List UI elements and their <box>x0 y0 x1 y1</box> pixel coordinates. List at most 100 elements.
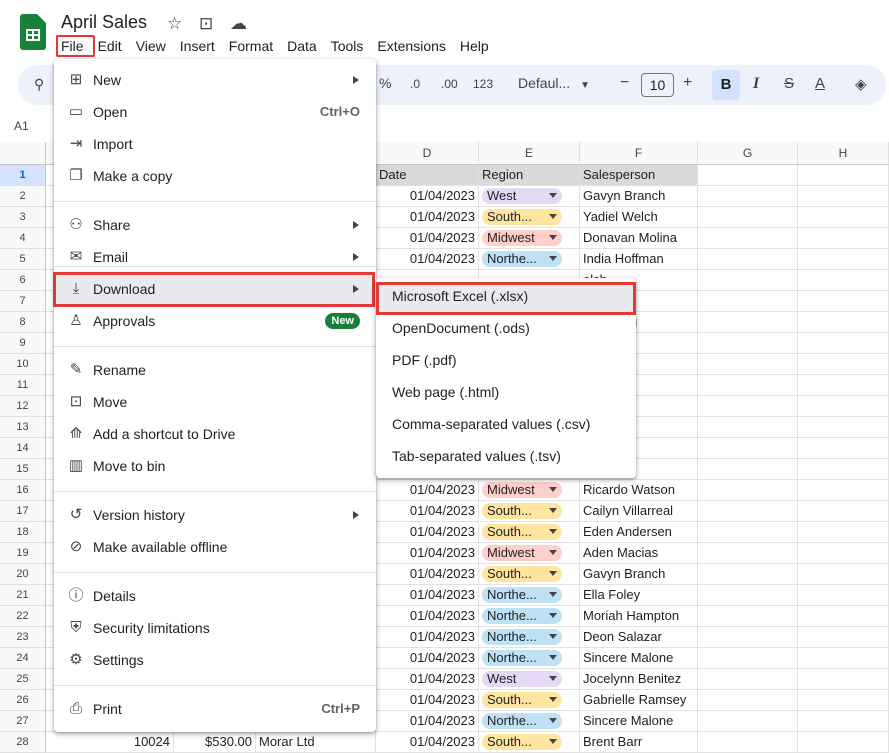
file-menu-item-approvals[interactable]: ♙ Approvals New <box>54 306 376 336</box>
file-menu-item-security-limitations[interactable]: ⛨ Security limitations <box>54 613 376 643</box>
cell-g[interactable] <box>698 249 798 270</box>
cell-h[interactable] <box>798 732 889 753</box>
region-chip[interactable]: South... <box>482 734 562 750</box>
row-header[interactable]: 12 <box>0 396 46 417</box>
file-menu-item-rename[interactable]: ✎ Rename <box>54 355 376 385</box>
cell-e[interactable]: Northe... <box>479 627 580 648</box>
cell-f[interactable]: Sincere Malone <box>580 711 698 732</box>
sheets-logo-icon[interactable] <box>20 14 46 50</box>
row-header[interactable]: 8 <box>0 312 46 333</box>
row-header[interactable]: 22 <box>0 606 46 627</box>
cell-f[interactable]: Brent Barr <box>580 732 698 753</box>
cell-e[interactable]: Region <box>479 165 580 186</box>
cell-e[interactable]: South... <box>479 690 580 711</box>
cell-f[interactable]: Cailyn Villarreal <box>580 501 698 522</box>
cell-g[interactable] <box>698 438 798 459</box>
region-chip[interactable]: South... <box>482 692 562 708</box>
cell-d[interactable]: 01/04/2023 <box>376 564 479 585</box>
cell-f[interactable]: Moriah Hampton <box>580 606 698 627</box>
cell-d[interactable]: 01/04/2023 <box>376 186 479 207</box>
cell-e[interactable]: Midwest <box>479 228 580 249</box>
cell-e[interactable]: Midwest <box>479 543 580 564</box>
column-header-f[interactable]: F <box>580 142 698 165</box>
region-chip[interactable]: South... <box>482 566 562 582</box>
row-header[interactable]: 5 <box>0 249 46 270</box>
row-header[interactable]: 14 <box>0 438 46 459</box>
cell-g[interactable] <box>698 732 798 753</box>
cell-d[interactable]: 01/04/2023 <box>376 207 479 228</box>
region-chip[interactable]: South... <box>482 524 562 540</box>
cell-h[interactable] <box>798 165 889 186</box>
file-menu-item-add-a-shortcut-to-drive[interactable]: ⟰ Add a shortcut to Drive <box>54 419 376 449</box>
row-header[interactable]: 25 <box>0 669 46 690</box>
cell-g[interactable] <box>698 543 798 564</box>
cell-d[interactable]: 01/04/2023 <box>376 249 479 270</box>
cell-g[interactable] <box>698 396 798 417</box>
cell-e[interactable]: Northe... <box>479 585 580 606</box>
cell-g[interactable] <box>698 459 798 480</box>
cell-f[interactable]: Gabrielle Ramsey <box>580 690 698 711</box>
cell-d[interactable]: Date <box>376 165 479 186</box>
cell-f[interactable]: Aden Macias <box>580 543 698 564</box>
cell-h[interactable] <box>798 186 889 207</box>
file-menu-item-import[interactable]: ⇥ Import <box>54 129 376 159</box>
cell-h[interactable] <box>798 711 889 732</box>
cell-b[interactable]: $530.00 <box>174 732 256 753</box>
row-header[interactable]: 6 <box>0 270 46 291</box>
cell-g[interactable] <box>698 480 798 501</box>
region-chip[interactable]: West <box>482 188 562 204</box>
column-header-g[interactable]: G <box>698 142 798 165</box>
cell-g[interactable] <box>698 690 798 711</box>
italic-button[interactable]: I <box>753 75 759 93</box>
file-menu-item-settings[interactable]: ⚙ Settings <box>54 645 376 675</box>
cell-h[interactable] <box>798 312 889 333</box>
menu-extensions[interactable]: Extensions <box>370 36 452 56</box>
document-title[interactable]: April Sales <box>61 12 147 33</box>
cell-h[interactable] <box>798 333 889 354</box>
font-size-increase-button[interactable]: + <box>683 74 692 92</box>
cell-e[interactable]: Northe... <box>479 648 580 669</box>
row-header[interactable]: 18 <box>0 522 46 543</box>
cell-g[interactable] <box>698 186 798 207</box>
row-header[interactable]: 13 <box>0 417 46 438</box>
row-header[interactable]: 28 <box>0 732 46 753</box>
decrease-decimal-button[interactable]: .0 <box>410 77 420 91</box>
cell-h[interactable] <box>798 522 889 543</box>
region-chip[interactable]: Northe... <box>482 629 562 645</box>
bold-button[interactable]: B <box>712 70 740 100</box>
cell-g[interactable] <box>698 207 798 228</box>
search-menus-icon[interactable]: ⚲ <box>34 76 44 93</box>
cell-f[interactable]: Sincere Malone <box>580 648 698 669</box>
star-icon[interactable]: ☆ <box>167 14 182 34</box>
cell-d[interactable]: 01/04/2023 <box>376 690 479 711</box>
row-header[interactable]: 10 <box>0 354 46 375</box>
row-header[interactable]: 27 <box>0 711 46 732</box>
font-select[interactable]: Defaul... ▼ <box>518 75 590 91</box>
cell-h[interactable] <box>798 249 889 270</box>
menu-insert[interactable]: Insert <box>173 36 222 56</box>
cell-h[interactable] <box>798 564 889 585</box>
cell-h[interactable] <box>798 228 889 249</box>
column-header-e[interactable]: E <box>479 142 580 165</box>
cell-h[interactable] <box>798 501 889 522</box>
number-format-button[interactable]: 123 <box>473 77 493 91</box>
row-header[interactable]: 15 <box>0 459 46 480</box>
region-chip[interactable]: Midwest <box>482 230 562 246</box>
cell-e[interactable]: South... <box>479 501 580 522</box>
download-option-tsv[interactable]: Tab-separated values (.tsv) <box>392 446 561 466</box>
region-chip[interactable]: Northe... <box>482 587 562 603</box>
cell-d[interactable]: 01/04/2023 <box>376 228 479 249</box>
row-header[interactable]: 19 <box>0 543 46 564</box>
cell-h[interactable] <box>798 690 889 711</box>
cell-g[interactable] <box>698 417 798 438</box>
cell-d[interactable]: 01/04/2023 <box>376 669 479 690</box>
cell-h[interactable] <box>798 606 889 627</box>
menu-edit[interactable]: Edit <box>91 36 129 56</box>
menu-tools[interactable]: Tools <box>324 36 371 56</box>
cell-h[interactable] <box>798 375 889 396</box>
column-header-h[interactable]: H <box>798 142 889 165</box>
cell-h[interactable] <box>798 417 889 438</box>
name-box[interactable]: A1 <box>14 119 29 133</box>
row-header[interactable]: 26 <box>0 690 46 711</box>
cell-d[interactable]: 01/04/2023 <box>376 543 479 564</box>
